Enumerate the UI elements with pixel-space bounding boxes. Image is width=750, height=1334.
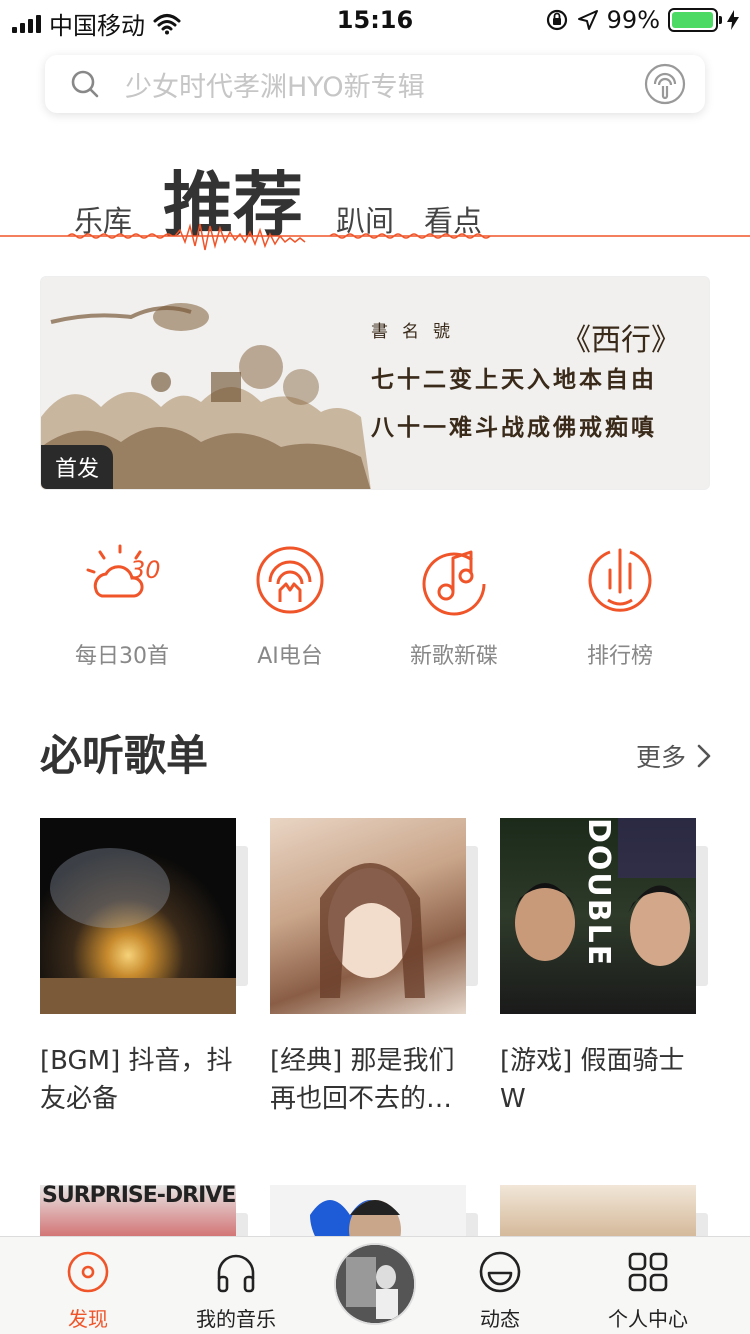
bottom-nav: 发现 我的音乐 动态 个人中心: [0, 1236, 750, 1334]
promo-banner[interactable]: 書名號 《西行》 七十二变上天入地本自由 八十一难斗战成佛戒痴嗔 首发: [40, 276, 710, 490]
entry-new-albums[interactable]: 新歌新碟: [374, 540, 534, 670]
nav-profile[interactable]: 个人中心: [588, 1249, 708, 1332]
location-icon: [577, 10, 598, 30]
headphones-icon: [217, 1254, 255, 1293]
now-playing-disc[interactable]: [334, 1243, 416, 1325]
playlist-title: [经典] 那是我们再也回不去的…: [270, 1046, 455, 1114]
daily-30-icon: 30: [86, 544, 161, 598]
banner-line-1: 七十二变上天入地本自由: [371, 366, 657, 393]
voice-search-icon[interactable]: [625, 55, 705, 113]
cover-image: [40, 818, 236, 1014]
chevron-right-icon: [697, 744, 711, 768]
cover-text: DOUBLE: [581, 818, 616, 968]
more-link[interactable]: 更多: [636, 738, 712, 774]
cover-stack: [696, 846, 708, 986]
nav-feed[interactable]: 动态: [440, 1249, 560, 1332]
section-title: 必听歌单: [40, 731, 209, 780]
entry-label: 新歌新碟: [409, 644, 498, 669]
search-bar[interactable]: 少女时代孝渊HYO新专辑: [45, 55, 705, 113]
nav-label: 动态: [480, 1307, 520, 1331]
cover-image: [270, 818, 466, 1014]
cover-image: DOUBLE: [500, 818, 696, 1014]
more-label: 更多: [635, 743, 686, 772]
banner-line-2: 八十一难斗战成佛戒痴嗔: [371, 414, 657, 441]
cover-stack: [236, 846, 248, 986]
playlist-card[interactable]: DOUBLE [游戏] 假面骑士W: [500, 818, 708, 1120]
orientation-lock-icon: [546, 9, 567, 31]
nav-label: 发现: [68, 1307, 108, 1331]
smile-icon: [479, 1251, 521, 1293]
battery-fill: [672, 12, 713, 28]
battery-percent: 99%: [606, 6, 660, 34]
discover-icon: [67, 1251, 109, 1293]
cover-stack: [466, 846, 478, 986]
playlist-cover: [270, 818, 478, 1014]
chart-rank-icon: [588, 548, 652, 612]
battery-icon: [668, 8, 722, 32]
tab-indicator-wave: [0, 223, 750, 251]
grid-icon: [628, 1252, 668, 1292]
entry-label: AI电台: [257, 644, 323, 669]
nav-discover[interactable]: 发现: [28, 1249, 148, 1332]
new-album-icon: [422, 550, 486, 616]
status-bar: 中国移动 15:16 99%: [0, 0, 750, 40]
nav-label: 我的音乐: [196, 1307, 276, 1331]
nav-my-music[interactable]: 我的音乐: [176, 1249, 296, 1332]
nav-label: 个人中心: [608, 1307, 688, 1331]
ai-radio-icon: [256, 546, 324, 614]
entry-daily-30[interactable]: 30 每日30首: [42, 540, 202, 670]
entry-ai-radio[interactable]: AI电台: [210, 540, 370, 670]
search-icon[interactable]: [45, 55, 125, 113]
playlist-title: [游戏] 假面骑士W: [500, 1046, 685, 1114]
entry-charts[interactable]: 排行榜: [540, 540, 700, 670]
banner-tag: 首发: [41, 445, 114, 489]
playlist-cover: DOUBLE: [500, 818, 708, 1014]
cover-text: SURPRISE-DRIVE: [42, 1185, 236, 1208]
search-input[interactable]: 少女时代孝渊HYO新专辑: [125, 65, 625, 104]
playlist-card[interactable]: [经典] 那是我们再也回不去的…: [270, 818, 478, 1120]
status-right: 99%: [545, 6, 740, 34]
quick-entries: 30 每日30首 AI电台 新歌新碟 排行榜: [0, 540, 750, 669]
charging-icon: [727, 10, 739, 30]
playlist-card[interactable]: [BGM] 抖音，抖友必备: [40, 818, 248, 1120]
entry-label: 每日30首: [75, 644, 169, 669]
playlist-title: [BGM] 抖音，抖友必备: [40, 1046, 233, 1114]
playlist-cover: [40, 818, 248, 1014]
entry-label: 排行榜: [586, 644, 653, 669]
daily-30-badge: 30: [130, 556, 161, 584]
banner-title: 《西行》: [561, 323, 681, 358]
banner-text: 書名號 《西行》 七十二变上天入地本自由 八十一难斗战成佛戒痴嗔: [371, 317, 701, 442]
